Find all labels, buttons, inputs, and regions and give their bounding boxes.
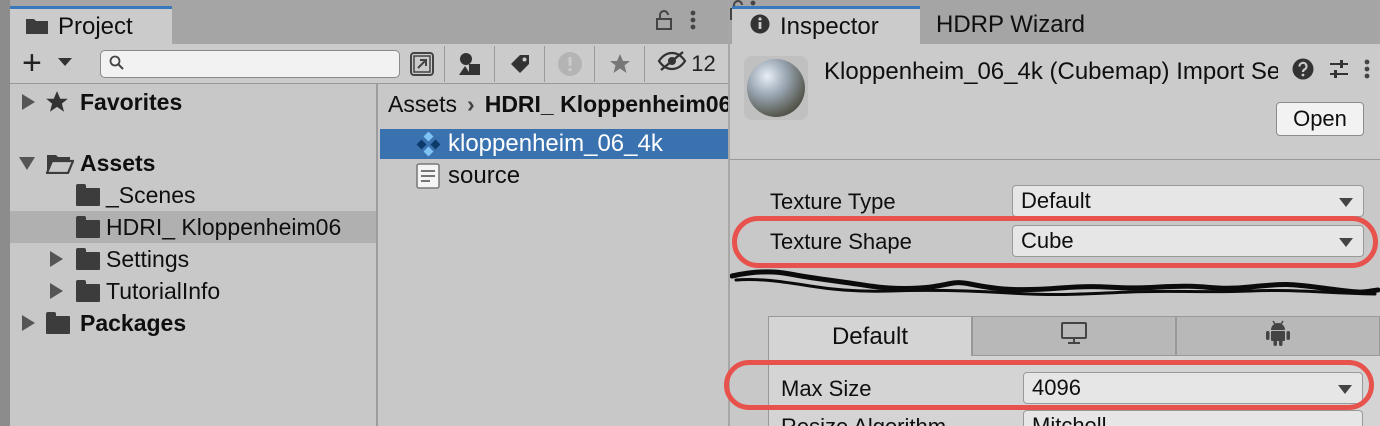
filter-by-log-icon[interactable] <box>544 46 594 82</box>
expand-arrow-icon[interactable] <box>50 283 63 299</box>
kebab-menu-icon[interactable] <box>690 10 696 36</box>
tree-item-settings[interactable]: Settings <box>10 243 376 275</box>
breadcrumb-current[interactable]: HDRI_ Kloppenheim06 <box>485 91 728 118</box>
filter-by-type-icon[interactable] <box>444 46 494 82</box>
collapse-arrow-icon[interactable] <box>19 156 35 170</box>
project-panel: Project + 12 Favorites Assets _Scenes HD… <box>0 0 728 426</box>
lock-icon[interactable] <box>656 10 672 36</box>
folder-tree: Favorites Assets _Scenes HDRI_ Kloppenhe… <box>10 84 378 426</box>
expand-arrow-icon[interactable] <box>22 94 35 110</box>
favorites-label: Favorites <box>80 88 183 115</box>
project-tab-bar: Project <box>10 0 728 44</box>
tree-item-packages[interactable]: Packages <box>10 307 376 339</box>
eye-slash-icon <box>657 50 687 78</box>
search-scope-button[interactable] <box>402 46 442 82</box>
star-icon <box>44 89 70 121</box>
left-edge <box>0 0 10 426</box>
hdri-label: HDRI_ Kloppenheim06 <box>106 213 342 240</box>
packages-label: Packages <box>80 309 187 336</box>
create-plus-button[interactable]: + <box>22 46 42 80</box>
file-name: kloppenheim_06_4k <box>448 130 663 157</box>
folder-icon <box>76 216 100 238</box>
folder-icon <box>26 13 48 41</box>
inspector-panel: Inspector HDRP Wizard Kloppenheim_06_4k … <box>724 0 1380 426</box>
search-input[interactable] <box>100 50 400 78</box>
open-folder-icon <box>45 152 75 180</box>
tree-item-scenes[interactable]: _Scenes <box>10 179 376 211</box>
settings-label: Settings <box>106 245 190 272</box>
folder-icon <box>76 248 100 270</box>
filter-by-label-icon[interactable] <box>494 46 544 82</box>
scenes-label: _Scenes <box>106 181 196 208</box>
tree-item-assets[interactable]: Assets <box>10 147 376 179</box>
tab-project[interactable]: Project <box>10 6 172 44</box>
breadcrumb-root[interactable]: Assets <box>388 91 457 118</box>
text-document-icon <box>416 163 440 196</box>
chevron-right-icon: › <box>467 90 475 117</box>
tutorialinfo-label: TutorialInfo <box>106 277 221 304</box>
annotation-scribble <box>730 269 1380 297</box>
hidden-packages-toggle[interactable]: 12 <box>644 46 728 82</box>
assets-label: Assets <box>80 149 156 176</box>
breadcrumb: Assets › HDRI_ Kloppenheim06 <box>380 84 728 124</box>
project-tab-tools <box>656 10 696 36</box>
tree-item-favorites[interactable]: Favorites <box>10 86 376 118</box>
tree-item-hdri[interactable]: HDRI_ Kloppenheim06 <box>10 211 376 243</box>
file-name: source <box>448 162 521 189</box>
file-item-cubemap[interactable]: kloppenheim_06_4k <box>380 129 728 159</box>
file-list-pane: Assets › HDRI_ Kloppenheim06 kloppenheim… <box>380 84 728 426</box>
favorite-star-icon[interactable] <box>594 46 644 82</box>
expand-arrow-icon[interactable] <box>50 251 63 267</box>
folder-icon <box>76 280 100 302</box>
hidden-count: 12 <box>691 51 716 76</box>
project-toolbar: + 12 <box>10 44 728 84</box>
folder-icon <box>76 184 100 206</box>
file-item-source[interactable]: source <box>380 161 728 191</box>
expand-arrow-icon[interactable] <box>22 315 35 331</box>
tree-item-tutorialinfo[interactable]: TutorialInfo <box>10 275 376 307</box>
folder-icon <box>46 312 70 334</box>
search-icon <box>109 55 125 76</box>
chevron-down-icon[interactable] <box>58 58 72 66</box>
tab-project-label: Project <box>58 12 133 40</box>
